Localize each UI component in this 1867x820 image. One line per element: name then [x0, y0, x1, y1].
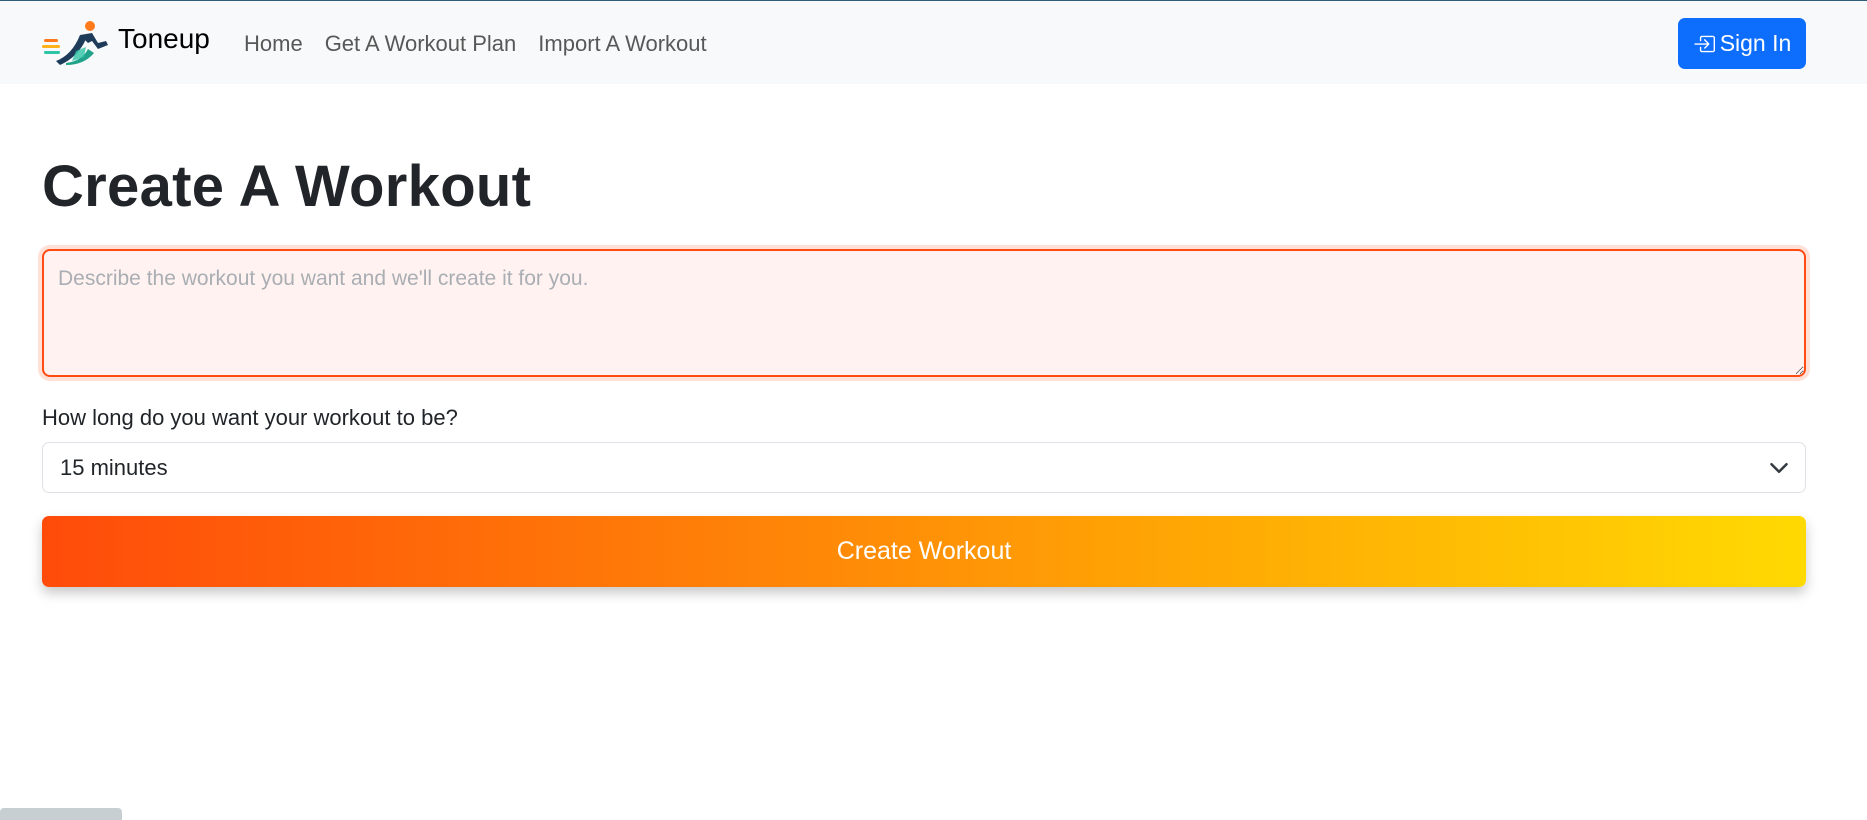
chevron-down-icon	[1770, 463, 1788, 473]
brand-name: Toneup	[118, 23, 210, 54]
duration-label: How long do you want your workout to be?	[42, 405, 458, 430]
sign-in-icon	[1694, 35, 1715, 52]
create-workout-button[interactable]: Create Workout	[42, 516, 1806, 587]
nav-link-import-workout[interactable]: Import A Workout	[538, 29, 706, 59]
sign-in-label: Sign In	[1719, 30, 1792, 56]
corner-tab[interactable]	[0, 808, 122, 820]
sign-in-button[interactable]: Sign In	[1678, 18, 1806, 69]
nav-links: Home Get A Workout Plan Import A Workout	[244, 29, 729, 59]
duration-select[interactable]: 15 minutes	[42, 442, 1806, 493]
brand-link[interactable]: Toneup	[42, 21, 210, 65]
workout-description-input[interactable]	[42, 249, 1806, 377]
runner-logo-icon	[42, 21, 108, 65]
navbar: Toneup Home Get A Workout Plan Import A …	[0, 0, 1867, 84]
page-title: Create A Workout	[42, 154, 532, 219]
nav-link-get-workout-plan[interactable]: Get A Workout Plan	[325, 29, 517, 59]
duration-selected-value: 15 minutes	[60, 454, 168, 480]
nav-link-home[interactable]: Home	[244, 29, 303, 59]
